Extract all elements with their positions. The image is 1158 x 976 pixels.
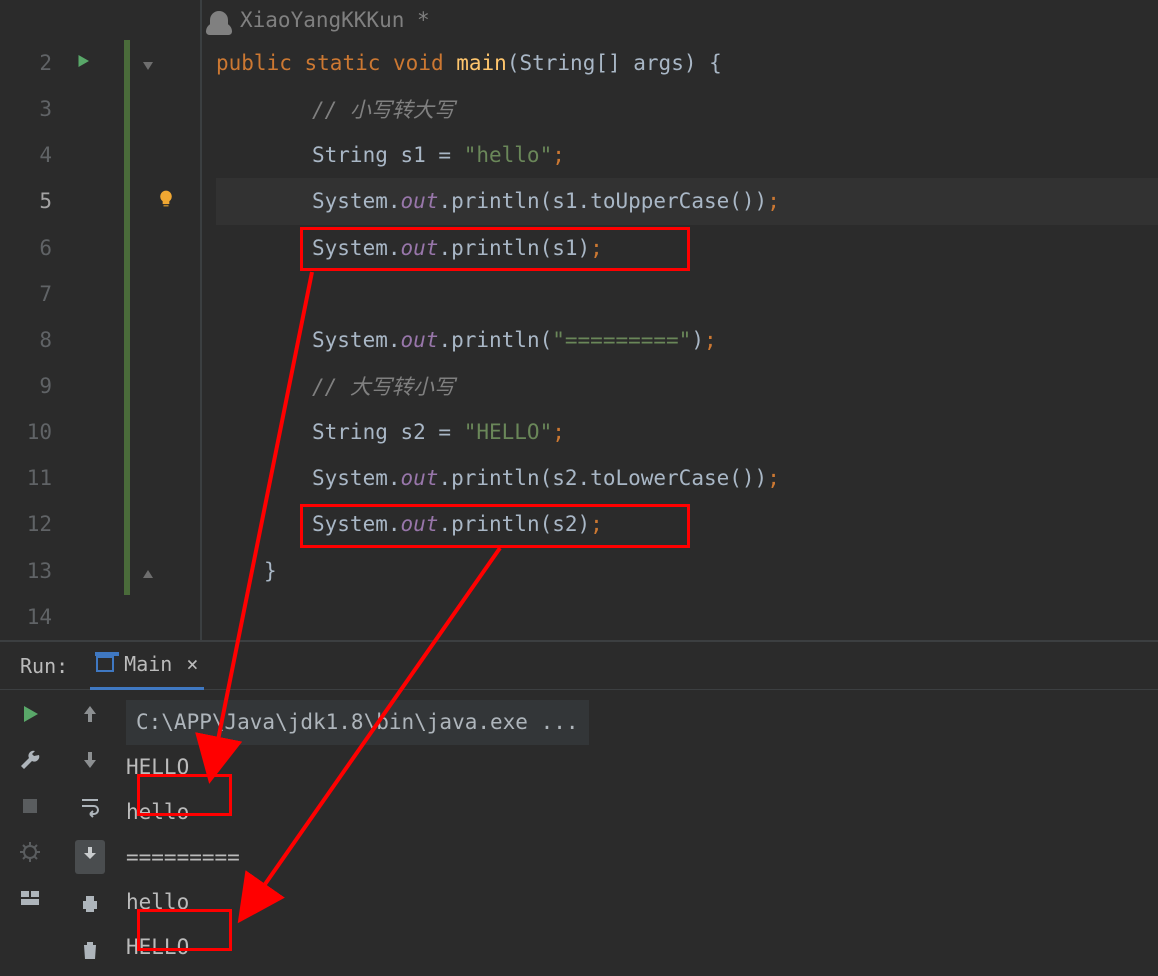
code-editor[interactable]: XiaoYangKKKun * 2 3 4 5 6 7 8 9 10 11 12 (0, 0, 1158, 640)
code-area[interactable]: public static void main(String[] args) {… (216, 40, 1158, 594)
output-line: HELLO (126, 745, 1158, 790)
stop-icon[interactable] (18, 794, 42, 822)
run-tab-label: Main (124, 652, 172, 676)
code-line[interactable]: public static void main(String[] args) { (216, 40, 1158, 86)
debug-icon[interactable] (18, 840, 42, 868)
run-toolbar-right (60, 690, 120, 976)
gutter-line[interactable]: 13 (0, 548, 200, 594)
person-icon (210, 11, 228, 29)
author-name: XiaoYangKKKun * (240, 8, 430, 32)
fold-icon[interactable] (140, 55, 156, 71)
run-tool-window: Run: Main × C:\APP\Java\jdk1.8\bin\java.… (0, 640, 1158, 974)
rerun-icon[interactable] (18, 702, 42, 730)
gutter: 2 3 4 5 6 7 8 9 10 11 12 13 14 (0, 40, 200, 640)
close-icon[interactable]: × (186, 652, 198, 676)
output-line: ========= (126, 835, 1158, 880)
print-icon[interactable] (78, 892, 102, 920)
command-line: C:\APP\Java\jdk1.8\bin\java.exe ... (126, 700, 589, 745)
gutter-line-active[interactable]: 5 (0, 178, 200, 224)
run-label: Run: (20, 654, 68, 678)
scroll-to-end-icon[interactable] (75, 840, 105, 874)
wrench-icon[interactable] (18, 748, 42, 776)
output-line: hello (126, 880, 1158, 925)
author-hint: XiaoYangKKKun * (210, 0, 430, 40)
gutter-line[interactable]: 2 (0, 40, 200, 86)
run-header: Run: Main × (0, 642, 1158, 690)
layout-icon[interactable] (18, 886, 42, 914)
lightbulb-icon[interactable] (156, 188, 176, 215)
down-arrow-icon[interactable] (78, 748, 102, 776)
output-line: hello (126, 790, 1158, 835)
console-output[interactable]: C:\APP\Java\jdk1.8\bin\java.exe ... HELL… (120, 690, 1158, 976)
trash-icon[interactable] (78, 938, 102, 966)
soft-wrap-icon[interactable] (78, 794, 102, 822)
application-icon (96, 656, 114, 672)
run-tab[interactable]: Main × (90, 642, 204, 690)
run-toolbar-left (0, 690, 60, 976)
run-gutter-icon[interactable] (74, 51, 92, 75)
fold-up-icon[interactable] (140, 563, 156, 579)
gutter-divider (200, 0, 202, 640)
output-line: HELLO (126, 925, 1158, 970)
up-arrow-icon[interactable] (78, 702, 102, 730)
